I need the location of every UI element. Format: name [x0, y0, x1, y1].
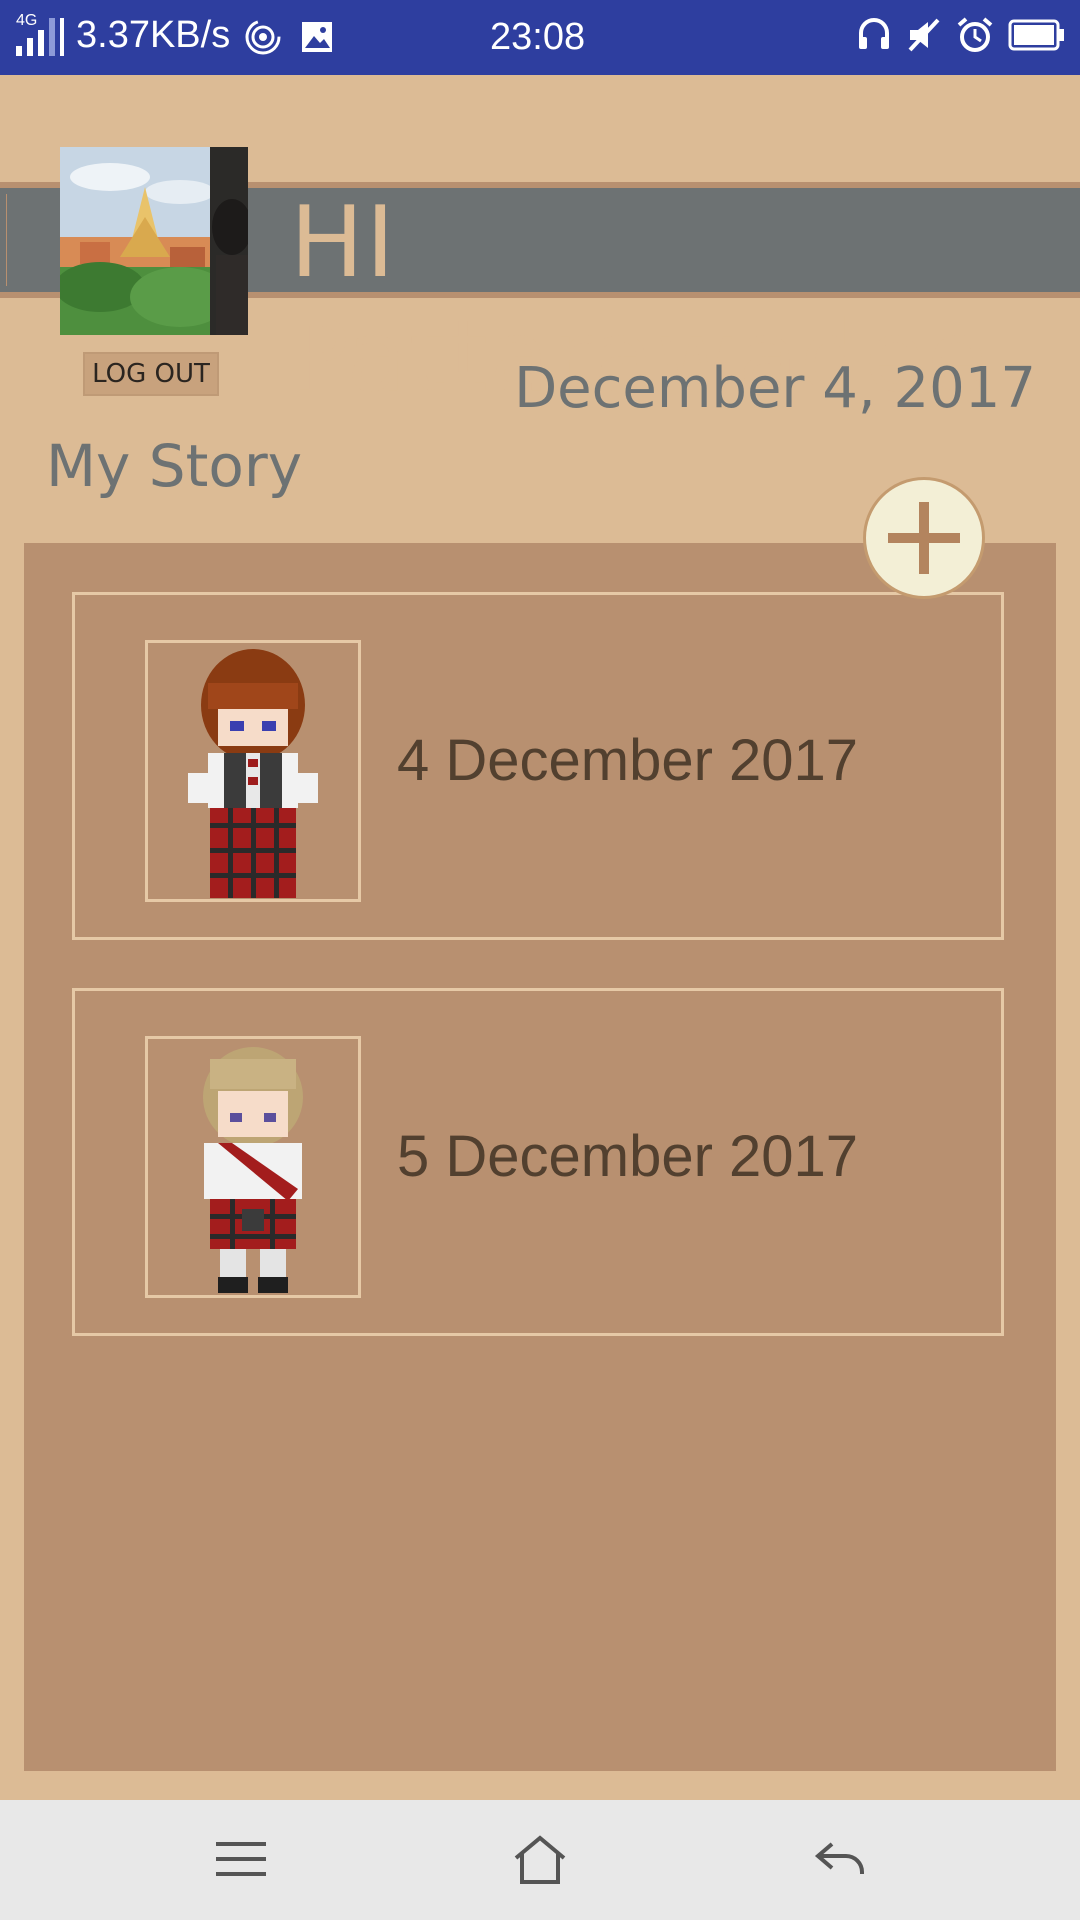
- section-title: My Story: [46, 432, 303, 500]
- home-icon[interactable]: [512, 1834, 568, 1891]
- character-thumbnail: [145, 1036, 361, 1298]
- alarm-icon: [956, 16, 994, 59]
- story-date: 4 December 2017: [397, 728, 859, 793]
- character-thumbnail: [145, 640, 361, 902]
- story-card[interactable]: 5 December 2017: [72, 988, 1004, 1336]
- headset-icon: [856, 17, 892, 58]
- status-bar: 4G 3.37KB/s 23:08: [0, 0, 1080, 75]
- navigation-bar: [0, 1800, 1080, 1920]
- back-icon[interactable]: [812, 1834, 868, 1891]
- clock: 23:08: [490, 16, 586, 58]
- signal-icon: 4G: [14, 12, 64, 58]
- network-type: 4G: [16, 12, 38, 29]
- battery-icon: [1008, 18, 1066, 57]
- logout-button[interactable]: LOG OUT: [83, 352, 219, 396]
- network-speed: 3.37KB/s: [76, 14, 231, 56]
- current-date: December 4, 2017: [514, 356, 1036, 421]
- hotspot-icon: [244, 18, 282, 61]
- avatar[interactable]: [60, 147, 248, 335]
- add-story-button[interactable]: [863, 477, 985, 599]
- story-date: 5 December 2017: [397, 1124, 859, 1189]
- mute-icon: [906, 17, 942, 58]
- menu-icon[interactable]: [214, 1834, 268, 1889]
- story-card[interactable]: 4 December 2017: [72, 592, 1004, 940]
- gallery-icon: [300, 20, 334, 59]
